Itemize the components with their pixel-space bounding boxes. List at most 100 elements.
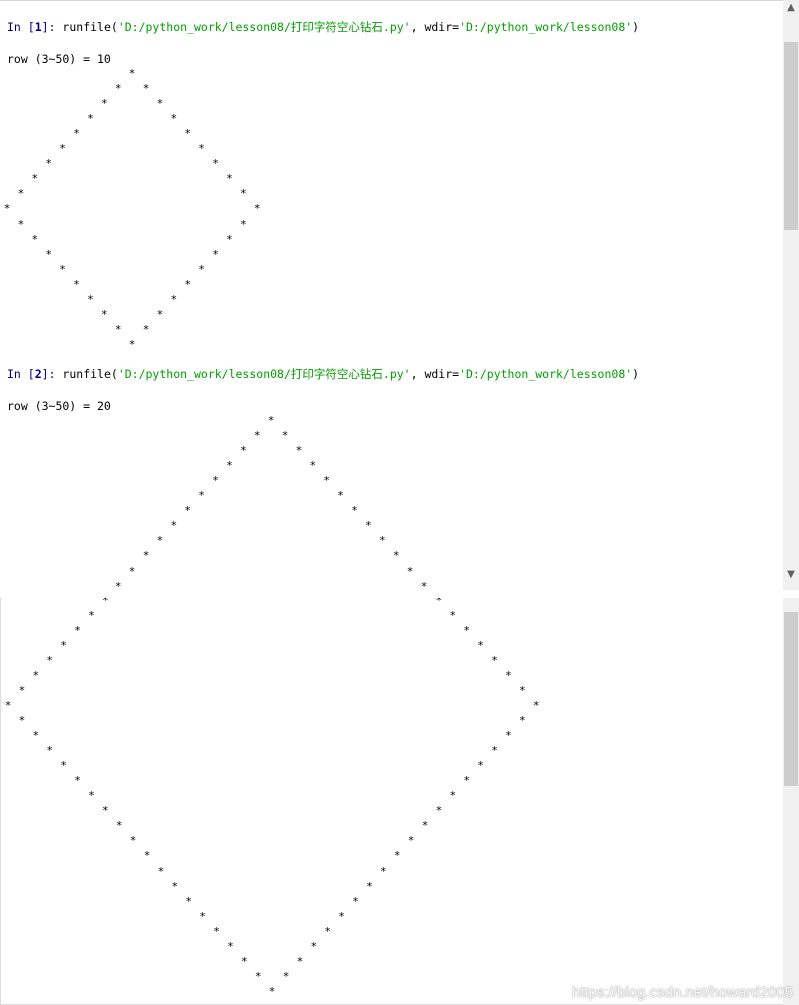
diamond-star: * — [421, 819, 429, 833]
diamond-star: * — [212, 157, 219, 171]
diamond-star: * — [184, 504, 191, 518]
diamond-star: * — [435, 598, 443, 607]
diamond-star: * — [74, 623, 81, 637]
diamond-star: * — [532, 698, 540, 712]
diamond-star: * — [212, 247, 219, 261]
diamond-star: * — [17, 217, 25, 231]
diamond-star: * — [114, 322, 122, 336]
output-row-prompt: row (3~50) = 10 — [7, 52, 111, 66]
diamond-star: * — [338, 909, 345, 923]
diamond-star: * — [157, 864, 165, 878]
console-pane-top[interactable]: In [ 1]: runfile( 'D:/python_work/lesson08… — [0, 0, 783, 591]
scrollbar-thumb-bottom[interactable] — [784, 612, 798, 786]
diamond-star: * — [505, 729, 512, 743]
wdir-label: , wdir= — [410, 20, 460, 34]
diamond-star: * — [156, 534, 164, 548]
scrollbar-thumb-top[interactable] — [784, 42, 798, 230]
diamond-star: * — [143, 849, 151, 863]
pane-splitter[interactable] — [0, 590, 799, 598]
prompt-label: In [ — [7, 367, 35, 381]
diamond-star: * — [114, 82, 122, 96]
diamond-star: * — [463, 623, 470, 637]
diamond-star: * — [449, 608, 457, 622]
scroll-down-icon[interactable]: ▼ — [783, 567, 799, 583]
diamond-star: * — [18, 714, 26, 727]
diamond-star: * — [310, 939, 318, 953]
console-pane-bottom[interactable]: In [1]: runfile('D:/python_work/lesson08… — [0, 598, 784, 1005]
input-prompt-line: In [2]: runfile('D:/python_work/lesson08… — [7, 367, 639, 381]
diamond-star: * — [45, 157, 52, 171]
input-prompt-line: In [1]: runfile('D:/python_work/lesson08… — [7, 20, 639, 34]
diamond-star: * — [45, 247, 52, 261]
diamond-star: * — [366, 879, 373, 893]
diamond-star: * — [101, 598, 109, 607]
diamond-star: * — [227, 939, 234, 953]
diamond-star: * — [253, 202, 261, 216]
wdir-label: , wdir= — [410, 367, 460, 381]
diamond-star: * — [128, 67, 136, 80]
diamond-star: * — [323, 474, 330, 488]
diamond-star: * — [198, 489, 205, 503]
diamond-star: * — [32, 729, 40, 743]
diamond-star: * — [337, 489, 344, 503]
diamond-star: * — [351, 504, 358, 518]
diamond-star: * — [505, 668, 512, 682]
diamond-star: * — [393, 849, 401, 863]
diamond-star: * — [128, 564, 136, 578]
diamond-star: * — [17, 187, 25, 201]
filepath-string: 'D:/python_work/lesson08/打印字符空心钻石.py' — [117, 20, 411, 34]
diamond-star: * — [324, 924, 331, 938]
diamond-star: * — [213, 924, 220, 938]
diamond-star: * — [254, 969, 262, 983]
diamond-star: * — [198, 262, 205, 276]
vertical-scrollbar-top[interactable]: ▲ ▼ — [783, 0, 799, 590]
diamond-star: * — [477, 638, 484, 652]
runfile-call: runfile( — [62, 367, 118, 381]
diamond-star: * — [170, 112, 178, 126]
vertical-scrollbar-bottom[interactable] — [783, 598, 799, 1005]
diamond-star: * — [60, 759, 67, 773]
diamond-star: * — [295, 444, 303, 458]
diamond-star: * — [32, 668, 40, 682]
diamond-star: * — [142, 549, 150, 563]
diamond-star: * — [268, 984, 276, 998]
prompt-label-close: ]: — [41, 20, 63, 34]
diamond-star: * — [88, 608, 95, 622]
diamond-star: * — [74, 774, 81, 788]
diamond-star: * — [184, 277, 191, 291]
diamond-star: * — [435, 804, 443, 818]
diamond-star: * — [239, 444, 247, 458]
diamond-star: * — [59, 262, 66, 276]
diamond-star: * — [31, 232, 39, 246]
diamond-star: * — [156, 97, 164, 111]
diamond-star: * — [88, 789, 95, 803]
diamond-star: * — [477, 759, 484, 773]
diamond-star: * — [142, 322, 150, 336]
diamond-star: * — [239, 187, 247, 201]
diamond-star: * — [463, 774, 470, 788]
diamond-star: * — [212, 474, 219, 488]
diamond-star: * — [156, 307, 164, 321]
diamond-star: * — [46, 744, 53, 758]
call-close: ) — [632, 367, 640, 381]
diamond-star: * — [115, 819, 123, 833]
diamond-star: * — [4, 698, 12, 712]
prompt-label-close: ]: — [41, 367, 63, 381]
diamond-star: * — [87, 112, 94, 126]
diamond-star: * — [406, 564, 414, 578]
diamond-star: * — [129, 834, 137, 848]
diamond-star: * — [18, 683, 26, 697]
diamond-star: * — [142, 82, 150, 96]
prompt-number: 1 — [34, 20, 42, 34]
diamond-star: * — [282, 969, 290, 983]
scroll-up-icon[interactable]: ▲ — [783, 0, 799, 16]
diamond-star: * — [518, 714, 526, 727]
diamond-star: * — [226, 459, 233, 473]
diamond-star: * — [170, 292, 178, 306]
watermark-text: https://blog.csdn.net/howard2005 — [572, 984, 793, 1001]
diamond-star: * — [60, 638, 67, 652]
call-close: ) — [632, 20, 640, 34]
diamond-star: * — [449, 789, 457, 803]
diamond-star: * — [518, 683, 526, 697]
output-row-prompt: row (3~50) = 20 — [7, 399, 111, 413]
